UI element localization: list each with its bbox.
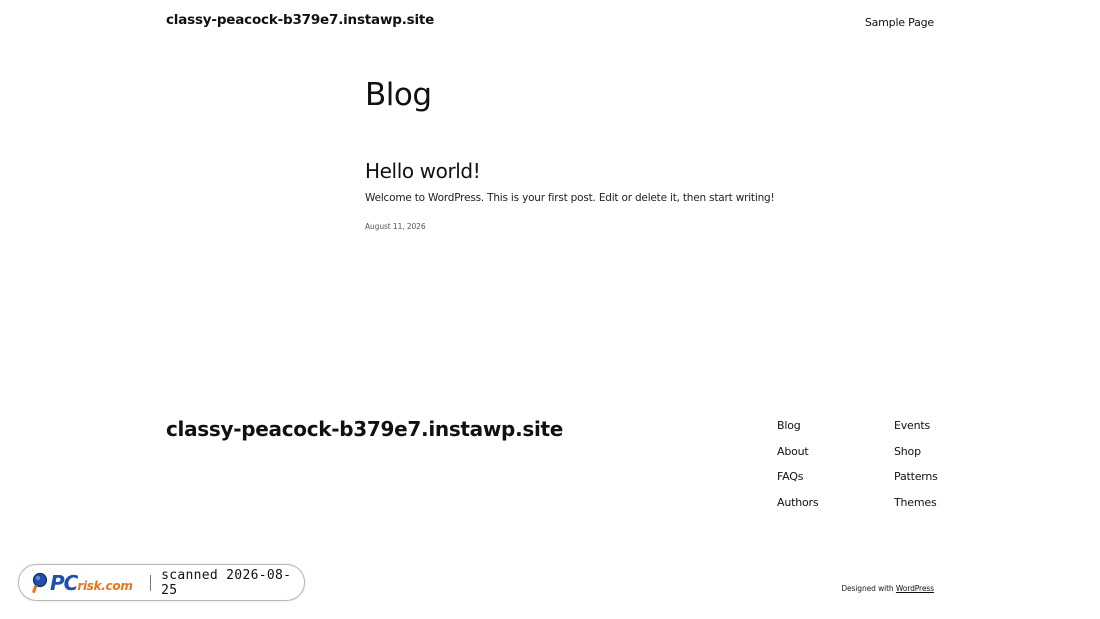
scan-date-text: scanned 2026-08-25 [161,567,292,598]
footer-link-themes[interactable]: Themes [894,495,938,521]
footer-link-shop[interactable]: Shop [894,444,938,470]
pcrisk-brand-sub: risk.com [77,578,133,593]
post-excerpt: Welcome to WordPress. This is your first… [365,192,775,204]
footer-credit: Designed with WordPress [841,584,934,593]
wordpress-link[interactable]: WordPress [896,584,934,593]
footer-link-blog[interactable]: Blog [777,418,818,444]
magnifier-icon [32,572,48,593]
footer-link-authors[interactable]: Authors [777,495,819,521]
footer-link-faqs[interactable]: FAQs [777,469,818,495]
post-item: Hello world! Welcome to WordPress. This … [365,159,785,231]
footer-link-events[interactable]: Events [894,418,938,444]
pcrisk-logo: PC risk.com [30,571,145,595]
pcrisk-watermark: PC risk.com scanned 2026-08-25 [18,564,305,601]
watermark-divider [150,574,152,591]
post-title-link[interactable]: Hello world! [365,159,785,183]
footer-nav-column-2: Events Shop Patterns Themes [894,418,938,520]
nav-link-sample-page[interactable]: Sample Page [865,16,934,29]
site-title-link[interactable]: classy-peacock-b379e7.instawp.site [166,12,434,28]
footer-link-about[interactable]: About [777,444,818,470]
page-title: Blog [365,77,432,113]
header-nav: Sample Page [865,11,934,30]
footer-nav-column-1: Blog About FAQs Authors [777,418,819,521]
post-date[interactable]: August 11, 2026 [365,222,785,231]
pcrisk-brand-main: PC [50,570,78,595]
site-header: classy-peacock-b379e7.instawp.site Sampl… [166,0,934,40]
footer-site-title-link[interactable]: classy-peacock-b379e7.instawp.site [166,417,563,441]
footer-link-patterns[interactable]: Patterns [894,469,938,495]
credit-text: Designed with [841,584,896,593]
pcrisk-brand: PC risk.com [50,571,133,595]
